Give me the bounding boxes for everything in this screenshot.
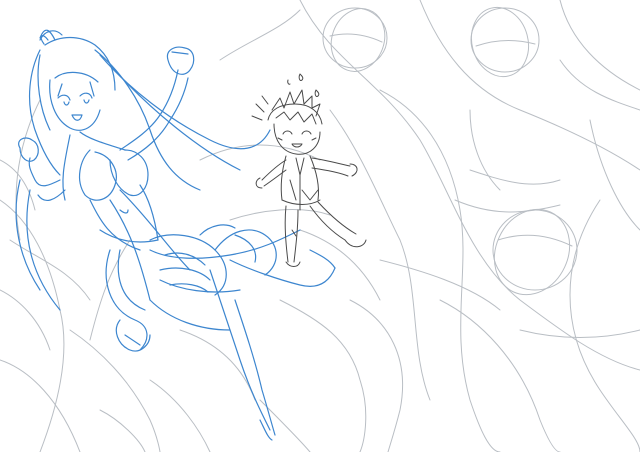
rough-circle-top-left [322, 7, 388, 72]
sketch-drawing [0, 0, 640, 452]
girl-tail [105, 249, 151, 352]
boy-face [273, 123, 321, 155]
rough-circle-top-right [470, 6, 540, 78]
boy-legs [284, 201, 367, 267]
girl-right-arm [119, 46, 195, 161]
rough-background-layer [0, 0, 640, 452]
sketch-canvas [0, 0, 640, 452]
girl-head [49, 71, 101, 131]
girl-legs [149, 229, 336, 441]
girl-hair [15, 29, 271, 311]
boy-sweat-drops [287, 73, 320, 97]
boy-impact-lines [251, 95, 269, 121]
girl-figure-layer [15, 29, 336, 441]
boy-body [280, 155, 321, 211]
boy-arms [255, 157, 358, 189]
rough-circle-middle-right [492, 208, 578, 296]
boy-hair [267, 89, 323, 125]
